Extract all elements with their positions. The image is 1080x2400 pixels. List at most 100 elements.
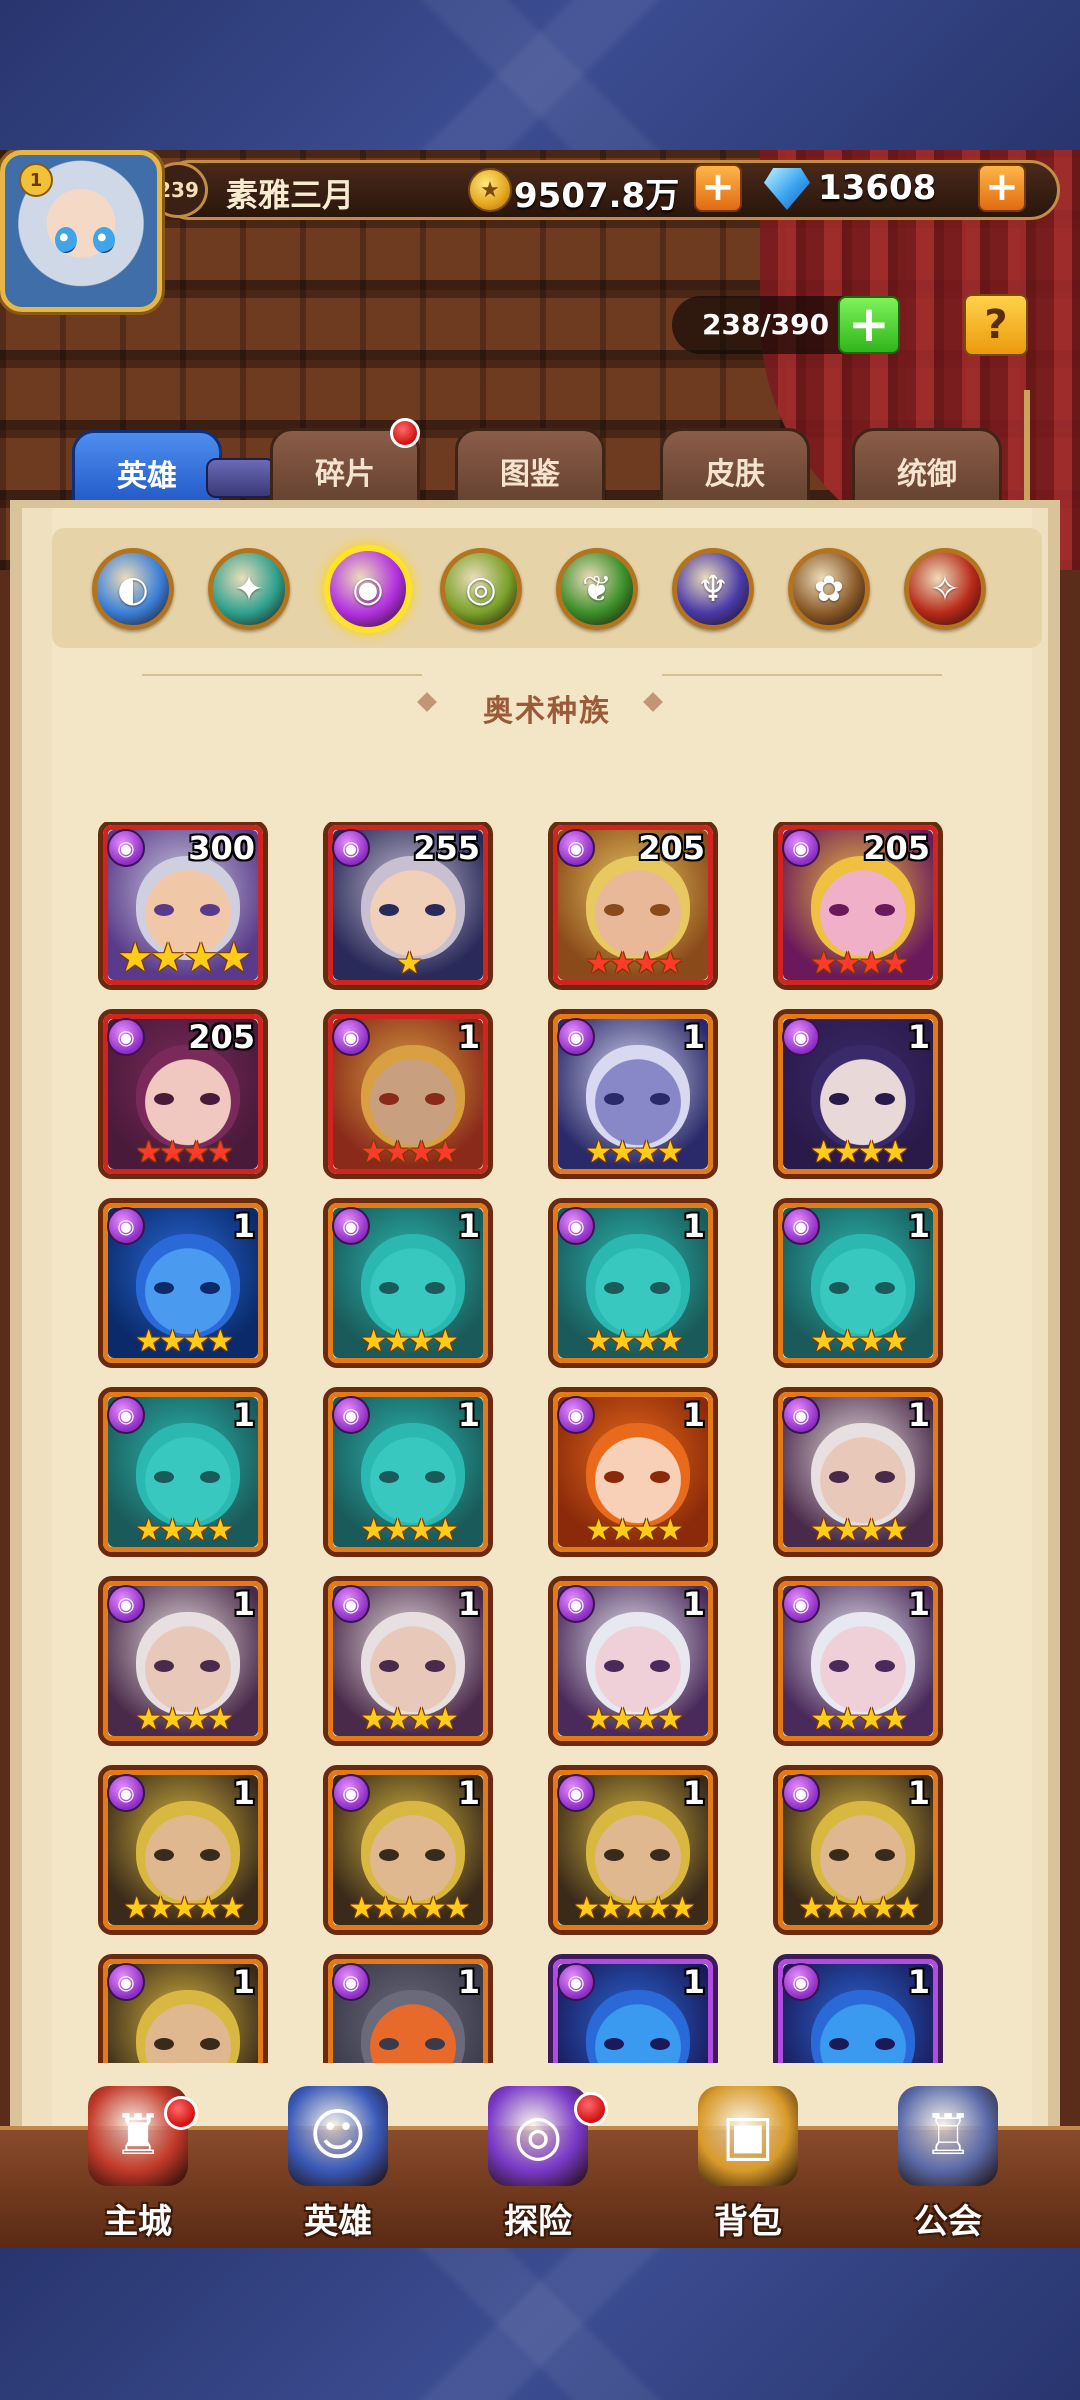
hero-card[interactable]: ◉ 1 ★★★★ xyxy=(98,1198,268,1368)
gold-amount: 9507.8万 xyxy=(514,176,680,216)
star-rating: ★★★★ xyxy=(117,935,251,981)
star-rating: ★★★★★ xyxy=(573,1891,695,1926)
nav-home[interactable]: ♜ 主城 xyxy=(58,2086,218,2248)
filter-glyph: ♆ xyxy=(696,568,730,610)
arcane-race-icon: ◉ xyxy=(332,1963,370,2001)
arcane-race-icon: ◉ xyxy=(557,1963,595,2001)
race-teal-icon[interactable]: ✦ xyxy=(208,548,290,630)
hero-level: 1 xyxy=(907,1774,930,1812)
arcane-race-icon[interactable]: ◉ xyxy=(324,545,412,633)
arcane-race-icon: ◉ xyxy=(782,1018,820,1056)
hero-card[interactable]: ◉ 1 xyxy=(773,1954,943,2063)
star-rating: ★★★★ xyxy=(810,946,909,981)
hero-level: 1 xyxy=(907,1207,930,1245)
hero-level: 1 xyxy=(232,1207,255,1245)
star-rating: ★★★★ xyxy=(360,1513,459,1548)
hero-level: 255 xyxy=(413,829,480,867)
nav-label: 探险 xyxy=(504,2202,572,2242)
guild-icon: ♖ xyxy=(898,2086,998,2186)
hero-level: 1 xyxy=(907,1396,930,1434)
hero-card[interactable]: ◉ 1 ★★★★ xyxy=(773,1198,943,1368)
all-races-icon[interactable]: ◐ xyxy=(92,548,174,630)
hero-card[interactable]: ◉ 255 ★ xyxy=(323,822,493,990)
add-gold-button[interactable]: + xyxy=(694,164,742,212)
arcane-race-icon: ◉ xyxy=(557,1207,595,1245)
nav-bag[interactable]: ▣ 背包 xyxy=(668,2086,828,2248)
hero-card[interactable]: ◉ 1 ★★★★★ xyxy=(548,1765,718,1935)
hero-card[interactable]: ◉ 205 ★★★★ xyxy=(98,1009,268,1179)
hero-level: 1 xyxy=(682,1963,705,2001)
filter-glyph: ✿ xyxy=(813,568,845,610)
star-rating: ★★★★ xyxy=(585,1513,684,1548)
hero-level: 1 xyxy=(457,1018,480,1056)
hero-card[interactable]: ◉ 1 xyxy=(548,1954,718,2063)
notification-dot xyxy=(574,2092,608,2126)
filter-glyph: ✧ xyxy=(929,568,961,610)
nav-label: 主城 xyxy=(104,2202,172,2242)
hero-card[interactable]: ◉ 1 ★★★★ xyxy=(548,1009,718,1179)
race-forest-icon[interactable]: ❦ xyxy=(556,548,638,630)
arcane-race-icon: ◉ xyxy=(332,1585,370,1623)
hero-level: 1 xyxy=(232,1774,255,1812)
star-rating: ★★★★★ xyxy=(798,1891,920,1926)
filter-glyph: ◉ xyxy=(352,568,384,610)
hero-card[interactable]: ◉ 300 ★★★★ xyxy=(98,822,268,990)
hero-card[interactable]: ◉ 1 xyxy=(98,1954,268,2063)
hero-card[interactable]: ◉ 1 ★★★★ xyxy=(548,1576,718,1746)
hero-card[interactable]: ◉ 1 ★★★★ xyxy=(548,1198,718,1368)
race-filter-bar xyxy=(52,528,1042,648)
hero-card[interactable]: ◉ 1 ★★★★ xyxy=(548,1387,718,1557)
hero-card[interactable]: ◉ 1 ★★★★ xyxy=(323,1576,493,1746)
race-purple-icon[interactable]: ♆ xyxy=(672,548,754,630)
arcane-race-icon: ◉ xyxy=(557,1774,595,1812)
filter-glyph: ✦ xyxy=(233,568,265,610)
hero-card[interactable]: ◉ 1 ★★★★ xyxy=(773,1009,943,1179)
star-rating: ★★★★ xyxy=(810,1135,909,1170)
hero-card[interactable]: ◉ 1 ★★★★★ xyxy=(323,1765,493,1935)
race-red-icon[interactable]: ✧ xyxy=(904,548,986,630)
arcane-race-icon: ◉ xyxy=(107,1774,145,1812)
star-rating: ★★★★ xyxy=(360,1702,459,1737)
divider xyxy=(662,674,942,676)
arcane-race-icon: ◉ xyxy=(557,1585,595,1623)
hero-card[interactable]: ◉ 205 ★★★★ xyxy=(548,822,718,990)
hero-level: 1 xyxy=(457,1774,480,1812)
hero-level: 1 xyxy=(907,1585,930,1623)
arcane-race-icon: ◉ xyxy=(107,1207,145,1245)
hero-grid: ◉ 300 ★★★★ ◉ 255 ★ ◉ 205 ★★★★ ◉ 205 ★★★★ ◉ 205 ★★★★ ◉ 1 ★… xyxy=(10,822,1050,2063)
star-rating: ★★★★ xyxy=(585,946,684,981)
hero-card[interactable]: ◉ 1 ★★★★★ xyxy=(98,1765,268,1935)
hero-card[interactable]: ◉ 205 ★★★★ xyxy=(773,822,943,990)
hero-card[interactable]: ◉ 1 ★★★★ xyxy=(323,1198,493,1368)
arcane-race-icon: ◉ xyxy=(107,829,145,867)
race-green-icon[interactable]: ◎ xyxy=(440,548,522,630)
fragments-notification-dot xyxy=(390,418,420,448)
hero-card[interactable]: ◉ 1 ★★★★ xyxy=(98,1576,268,1746)
hero-card[interactable]: ◉ 1 ★★★★ xyxy=(323,1009,493,1179)
arcane-race-icon: ◉ xyxy=(782,829,820,867)
hero-level: 1 xyxy=(457,1585,480,1623)
hero-card[interactable]: ◉ 1 ★★★★ xyxy=(773,1576,943,1746)
backpack-icon: ▣ xyxy=(698,2086,798,2186)
add-diamonds-button[interactable]: + xyxy=(978,164,1026,212)
hero-card[interactable]: ◉ 1 ★★★★ xyxy=(98,1387,268,1557)
expand-capacity-button[interactable]: + xyxy=(838,296,900,354)
hero-card[interactable]: ◉ 1 ★★★★★ xyxy=(773,1765,943,1935)
hero-card[interactable]: ◉ 1 ★★★★ xyxy=(773,1387,943,1557)
scroll-roll-decoration xyxy=(206,458,276,498)
arcane-race-icon: ◉ xyxy=(107,1396,145,1434)
nav-heroes[interactable]: ☺ 英雄 xyxy=(258,2086,418,2248)
nav-guild[interactable]: ♖ 公会 xyxy=(868,2086,1028,2248)
nav-explore[interactable]: ◎ 探险 xyxy=(458,2086,618,2248)
hero-card[interactable]: ◉ 1 ★★★★ xyxy=(323,1387,493,1557)
arcane-race-icon: ◉ xyxy=(557,829,595,867)
star-rating: ★★★★★ xyxy=(123,1891,245,1926)
arcane-race-icon: ◉ xyxy=(332,1207,370,1245)
help-button[interactable]: ? xyxy=(964,294,1028,356)
hero-card[interactable]: ◉ 1 xyxy=(323,1954,493,2063)
arcane-race-icon: ◉ xyxy=(782,1963,820,2001)
vip-rank-badge: 1 xyxy=(19,163,53,197)
race-brown-icon[interactable]: ✿ xyxy=(788,548,870,630)
player-avatar[interactable]: 1 xyxy=(0,150,162,312)
hero-level: 1 xyxy=(907,1018,930,1056)
